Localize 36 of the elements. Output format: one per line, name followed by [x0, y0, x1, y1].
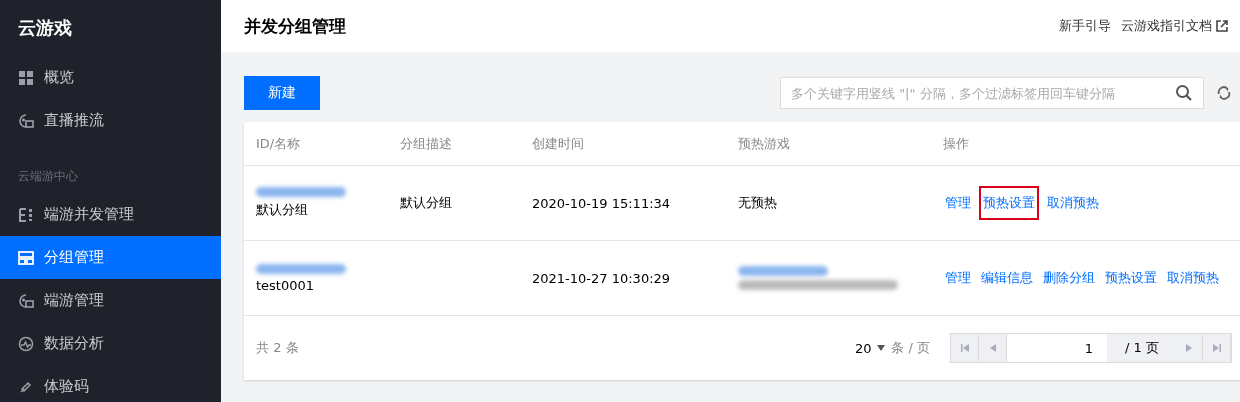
table-cell: 2020-10-19 15:11:34	[532, 195, 671, 211]
table-cell-text: 无预热	[738, 194, 778, 212]
column-header: 操作	[943, 134, 970, 153]
column-header: 分组描述	[400, 134, 453, 153]
app-title: 云游戏	[17, 16, 73, 40]
column-header: 预热游戏	[738, 134, 791, 153]
new-button[interactable]: 新建	[244, 76, 320, 110]
action-link[interactable]: 取消预热	[1045, 190, 1101, 216]
group-name: 默认分组	[256, 201, 309, 219]
nav-item[interactable]: 分组管理	[0, 236, 221, 279]
action-link[interactable]: 取消预热	[1165, 265, 1221, 291]
nav-item[interactable]: 概览	[0, 56, 221, 99]
action-link[interactable]: 预热设置	[1103, 265, 1159, 291]
nav-item[interactable]: 端游管理	[0, 279, 221, 322]
action-link[interactable]: 管理	[943, 265, 973, 291]
nav-item[interactable]: 数据分析	[0, 322, 221, 365]
nav-section-label: 云端游中心	[17, 168, 79, 185]
action-link[interactable]: 管理	[943, 190, 973, 216]
column-header: 创建时间	[532, 134, 585, 153]
header-link[interactable]: 新手引导	[1059, 17, 1111, 35]
group-name: test0001	[256, 277, 316, 293]
table-cell: 2021-10-27 10:30:29	[532, 270, 671, 286]
page-size-unit: 条 / 页	[891, 339, 931, 357]
page-title: 并发分组管理	[244, 14, 346, 38]
action-link[interactable]: 预热设置	[979, 186, 1039, 220]
nav-item[interactable]: 体验码	[0, 365, 221, 402]
column-header: ID/名称	[256, 134, 302, 153]
action-link[interactable]: 删除分组	[1041, 265, 1097, 291]
action-link[interactable]: 编辑信息	[979, 265, 1035, 291]
total-count: 共 2 条	[256, 339, 299, 357]
nav-item[interactable]: 端游并发管理	[0, 193, 221, 236]
nav-item[interactable]: 直播推流	[0, 99, 221, 142]
table-cell: 默认分组	[400, 195, 452, 210]
page-size-select[interactable]: 20	[854, 340, 872, 356]
header-link[interactable]: 云游戏指引文档	[1121, 17, 1228, 35]
search-field[interactable]: 多个关键字用竖线 "|" 分隔，多个过滤标签用回车键分隔	[780, 77, 1204, 109]
